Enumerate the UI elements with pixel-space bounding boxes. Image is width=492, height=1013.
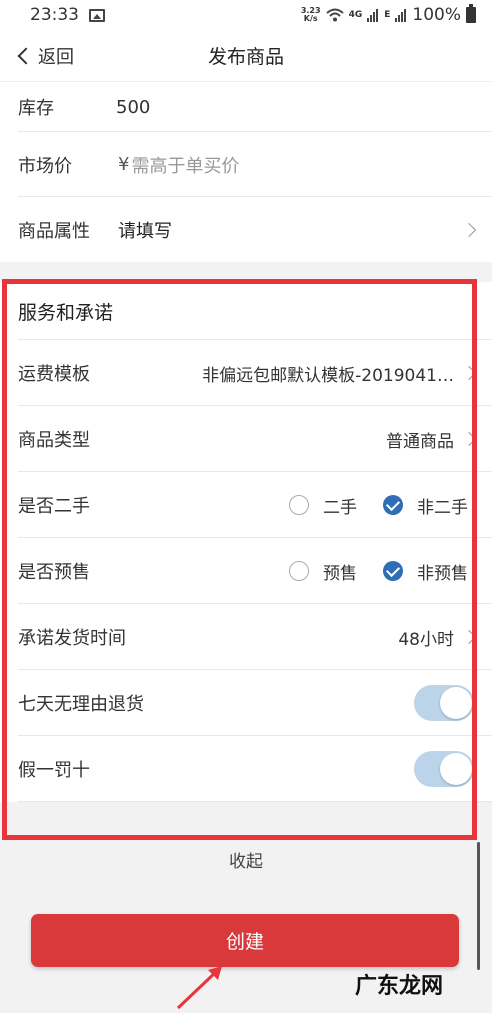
- fake-penalty-row: 假一罚十: [0, 736, 492, 802]
- option-label: 预售: [323, 563, 357, 584]
- service-section: 服务和承诺 运费模板 非偏远包邮默认模板-2019041… 商品类型 普通商品 …: [0, 282, 492, 802]
- shipping-template-value: 非偏远包邮默认模板-2019041…: [202, 365, 454, 386]
- seven-day-return-row: 七天无理由退货: [0, 670, 492, 736]
- toggle-knob: [440, 687, 472, 719]
- seven-day-return-label: 七天无理由退货: [18, 694, 144, 715]
- watermark: 广东龙网: [355, 974, 444, 999]
- shipping-template-label: 运费模板: [18, 364, 90, 385]
- product-attributes-row[interactable]: 商品属性 请填写: [0, 197, 492, 262]
- scrollbar[interactable]: [477, 842, 480, 970]
- option-not-second-hand[interactable]: 非二手: [383, 493, 468, 518]
- option-label: 非二手: [417, 497, 468, 518]
- second-hand-options: 二手 非二手: [289, 493, 474, 518]
- option-label: 非预售: [417, 563, 468, 584]
- chevron-right-icon: [461, 365, 477, 381]
- presale-label: 是否预售: [18, 562, 90, 583]
- signal-icon: [367, 9, 379, 22]
- toggle-knob: [440, 753, 472, 785]
- second-hand-row: 是否二手 二手 非二手: [0, 472, 492, 538]
- fake-penalty-toggle[interactable]: [414, 751, 474, 787]
- radio-unchecked-icon: [289, 495, 309, 515]
- image-notification-icon: [89, 8, 105, 22]
- section-heading: 服务和承诺: [18, 301, 114, 324]
- collapse-button[interactable]: 收起: [0, 842, 492, 876]
- page-title: 发布商品: [207, 46, 284, 68]
- status-time: 23:33: [30, 5, 79, 25]
- ship-time-value: 48小时: [398, 629, 454, 650]
- chevron-right-icon: [461, 222, 477, 237]
- network-speed: 3.23 K/s: [301, 7, 321, 23]
- divider: [18, 801, 492, 802]
- presale-row: 是否预售 预售 非预售: [0, 538, 492, 604]
- market-price-label: 市场价: [18, 155, 72, 177]
- product-info-section: 库存 500 市场价 ¥ 需高于单买价 商品属性 请填写: [0, 82, 492, 262]
- option-not-presale[interactable]: 非预售: [383, 559, 468, 584]
- network-type-e: E: [384, 10, 391, 20]
- radio-checked-icon: [383, 495, 403, 515]
- option-label: 二手: [323, 497, 357, 518]
- product-attributes-label: 商品属性: [18, 220, 90, 242]
- product-type-value: 普通商品: [386, 431, 454, 452]
- radio-unchecked-icon: [289, 561, 309, 581]
- create-button[interactable]: 创建: [31, 914, 459, 967]
- seven-day-return-toggle[interactable]: [414, 685, 474, 721]
- back-label: 返回: [38, 47, 74, 68]
- product-attributes-value: 请填写: [118, 220, 172, 242]
- product-type-label: 商品类型: [18, 430, 90, 451]
- battery-percent: 100%: [412, 5, 461, 25]
- fake-penalty-label: 假一罚十: [18, 760, 90, 781]
- network-type-4g: 4G: [348, 10, 363, 20]
- radio-checked-icon: [383, 561, 403, 581]
- second-hand-label: 是否二手: [18, 496, 90, 517]
- nav-bar: 返回 发布商品: [0, 30, 492, 82]
- back-button[interactable]: 返回: [16, 30, 74, 82]
- stock-row[interactable]: 库存 500: [0, 82, 492, 132]
- market-price-input[interactable]: 需高于单买价: [131, 152, 239, 178]
- stock-label: 库存: [18, 98, 54, 119]
- chevron-left-icon: [17, 47, 35, 65]
- currency-symbol: ¥: [118, 154, 130, 175]
- presale-options: 预售 非预售: [289, 559, 474, 584]
- shipping-template-row[interactable]: 运费模板 非偏远包邮默认模板-2019041…: [0, 340, 492, 406]
- option-second-hand[interactable]: 二手: [289, 493, 357, 518]
- battery-icon: [466, 4, 476, 23]
- status-bar: 23:33 3.23 K/s 4G E 100%: [0, 0, 492, 30]
- annotation-arrow-icon: [176, 966, 222, 1010]
- network-speed-unit: K/s: [303, 14, 318, 23]
- product-type-row[interactable]: 商品类型 普通商品: [0, 406, 492, 472]
- signal-icon-2: [395, 9, 407, 22]
- chevron-right-icon: [461, 629, 477, 645]
- ship-time-label: 承诺发货时间: [18, 628, 126, 649]
- service-heading-row: 服务和承诺: [0, 282, 492, 340]
- wifi-icon: [325, 8, 344, 22]
- ship-time-row[interactable]: 承诺发货时间 48小时: [0, 604, 492, 670]
- chevron-right-icon: [461, 431, 477, 447]
- market-price-row[interactable]: 市场价 ¥ 需高于单买价: [0, 132, 492, 197]
- option-presale[interactable]: 预售: [289, 559, 357, 584]
- status-icons: 3.23 K/s 4G E 100%: [301, 4, 476, 25]
- stock-value[interactable]: 500: [116, 97, 150, 118]
